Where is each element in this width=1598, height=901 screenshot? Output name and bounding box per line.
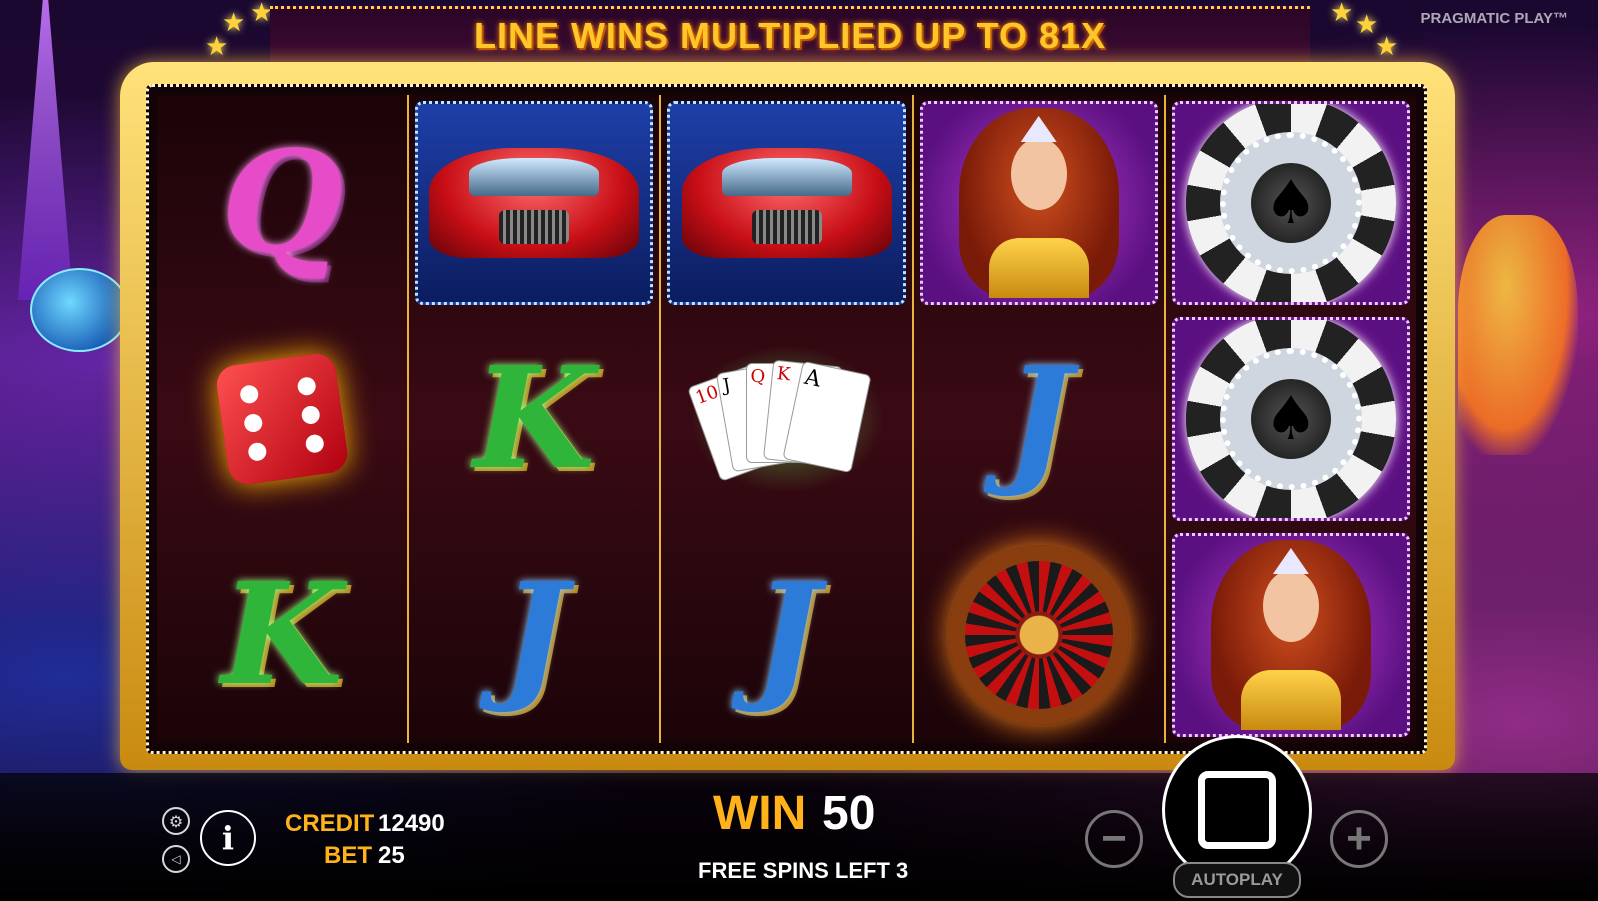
- bet-label: BET: [324, 842, 372, 869]
- bet-increase-button[interactable]: +: [1330, 810, 1388, 868]
- symbol-k: K: [409, 311, 659, 527]
- k-symbol-icon: K: [473, 336, 596, 501]
- j-symbol-icon: J: [753, 552, 820, 717]
- reels: Q K K J 10 J Q K A J J ♠ ♠: [157, 95, 1417, 743]
- red-car-icon: [429, 147, 640, 258]
- neon-balloon-icon: [30, 268, 129, 352]
- reel-1: Q K: [157, 95, 410, 743]
- symbol-k: K: [157, 527, 407, 743]
- poker-chip-icon: ♠: [1185, 103, 1396, 302]
- lady-icon: [1210, 539, 1371, 730]
- lady-icon: [958, 107, 1119, 298]
- eiffel-tower-icon: [18, 0, 73, 300]
- symbol-chip: ♠: [1166, 95, 1416, 311]
- symbol-lady: [1166, 527, 1416, 743]
- reel-4: J: [913, 95, 1166, 743]
- star-icon: ★: [1330, 0, 1354, 28]
- reels-window: Q K K J 10 J Q K A J J ♠ ♠: [146, 84, 1427, 754]
- bet-value: 25: [378, 842, 405, 869]
- symbol-chip: ♠: [1166, 311, 1416, 527]
- dice-icon: [214, 351, 350, 487]
- autoplay-button[interactable]: AUTOPLAY: [1173, 862, 1301, 898]
- provider-logo: PRAGMATIC PLAY™: [1420, 10, 1568, 27]
- symbol-j: J: [409, 527, 659, 743]
- settings-gear-icon[interactable]: ⚙: [162, 807, 190, 835]
- reels-frame: Q K K J 10 J Q K A J J ♠ ♠: [120, 62, 1455, 770]
- star-icon: ★: [1375, 32, 1399, 62]
- symbol-j: J: [661, 527, 911, 743]
- info-button[interactable]: i: [200, 810, 256, 866]
- win-label: WIN: [713, 787, 807, 840]
- win-value: 50: [822, 787, 876, 840]
- sound-icon[interactable]: ◁: [162, 845, 190, 873]
- symbol-dice: [157, 311, 407, 527]
- roulette-wheel-icon: [948, 544, 1129, 725]
- symbol-q: Q: [157, 95, 407, 311]
- credit-label: CREDIT: [285, 810, 375, 837]
- j-symbol-icon: J: [1005, 336, 1072, 501]
- reel-3: 10 J Q K A J: [661, 95, 914, 743]
- reel-2: K J: [409, 95, 662, 743]
- promo-banner: LINE WINS MULTIPLIED UP TO 81X: [270, 6, 1310, 66]
- bet-decrease-button[interactable]: −: [1085, 810, 1143, 868]
- playing-cards-icon: 10 J Q K A: [681, 338, 892, 499]
- reel-5: ♠ ♠: [1165, 95, 1417, 743]
- symbol-cards: 10 J Q K A: [661, 311, 911, 527]
- j-symbol-icon: J: [501, 552, 568, 717]
- free-spins-left: FREE SPINS LEFT 3: [698, 858, 909, 883]
- stop-icon: [1198, 771, 1276, 849]
- banner-text: LINE WINS MULTIPLIED UP TO 81X: [473, 15, 1107, 56]
- symbol-roulette: [914, 527, 1164, 743]
- symbol-j: J: [914, 311, 1164, 527]
- symbol-car: [661, 95, 911, 311]
- k-symbol-icon: K: [221, 552, 343, 717]
- q-symbol-icon: Q: [221, 120, 344, 285]
- poker-chip-icon: ♠: [1185, 319, 1396, 518]
- red-car-icon: [681, 147, 892, 258]
- symbol-lady: [914, 95, 1164, 311]
- symbol-car: [409, 95, 659, 311]
- star-icon: ★: [205, 32, 229, 62]
- credit-value: 12490: [378, 810, 445, 837]
- golden-lion-icon: [1458, 215, 1578, 455]
